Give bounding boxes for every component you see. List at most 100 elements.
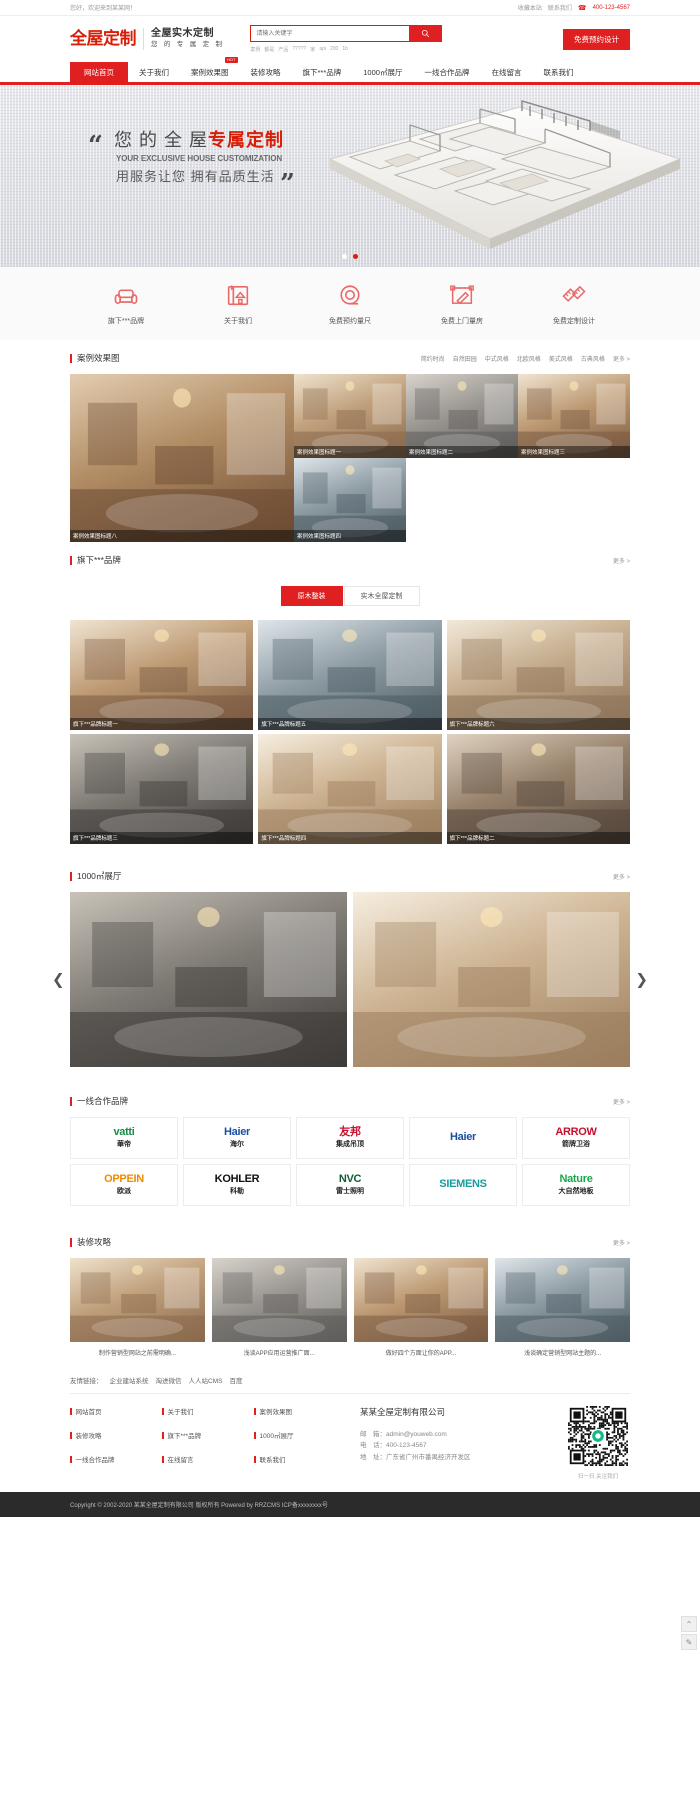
case-item-3[interactable]: 案例效果图标题二 <box>406 374 518 458</box>
nav-item-一线合作品牌[interactable]: 一线合作品牌 <box>413 62 480 82</box>
nav-item-1000㎡展厅[interactable]: 1000㎡展厅 <box>352 62 413 82</box>
copyright-bar: Copyright © 2002-2020 某某全屋定制有限公司 版权所有 Po… <box>0 1492 700 1517</box>
footer-link-1000㎡展厅[interactable]: 1000㎡展厅 <box>254 1430 346 1440</box>
nav-item-旗下***品牌[interactable]: 旗下***品牌 <box>292 62 353 82</box>
case-filter-4[interactable]: 北欧风格 <box>517 354 541 363</box>
feature-item-1[interactable]: 旗下***品牌 <box>70 281 182 326</box>
feature-item-3[interactable]: 免费预约量尺 <box>294 281 406 326</box>
guide-thumb[interactable] <box>211 1258 347 1342</box>
chevron-right-icon[interactable]: ❯ <box>635 972 648 987</box>
qr-code-icon <box>568 1406 628 1466</box>
friend-link-1[interactable]: 企业建站系统 <box>110 1375 149 1385</box>
brands-more-link[interactable]: 更多 > <box>613 556 630 565</box>
floorplan-ruler-icon <box>450 285 474 305</box>
case-filter-3[interactable]: 中式风格 <box>485 354 509 363</box>
guide-item-2[interactable]: 浅谈APP应用运营推广面... <box>211 1258 347 1357</box>
showroom-item-2[interactable] <box>353 892 630 1067</box>
logo[interactable]: 全屋定制 全屋实木定制 您 的 专 属 定 制 <box>70 28 224 50</box>
collect-site-link[interactable]: 收藏本站 <box>518 3 542 12</box>
guides-more-link[interactable]: 更多 > <box>613 1238 630 1247</box>
service-icon[interactable]: ✎ <box>681 1634 697 1650</box>
guide-thumb[interactable] <box>70 1258 205 1342</box>
brand-item-3[interactable]: 旗下***品牌标题六 <box>446 620 630 730</box>
banner-dot-1[interactable] <box>342 254 347 259</box>
feature-item-5[interactable]: 免费定制设计 <box>518 281 630 326</box>
partner-logo-cell-9[interactable]: SIEMENS <box>409 1164 517 1206</box>
banner-dot-2[interactable] <box>353 254 358 259</box>
brand-item-4[interactable]: 旗下***品牌标题三 <box>70 734 254 844</box>
nav-item-网站首页[interactable]: 网站首页 <box>70 62 128 82</box>
hot-word[interactable]: api <box>319 46 326 53</box>
search-button[interactable] <box>409 25 443 42</box>
hot-word[interactable]: ????? <box>292 46 306 53</box>
footer-link-网站首页[interactable]: 网站首页 <box>70 1406 162 1416</box>
case-item-5[interactable]: 案例效果图标题四 <box>294 458 406 542</box>
case-item-2[interactable]: 案例效果图标题一 <box>294 374 406 458</box>
footer-link-关于我们[interactable]: 关于我们 <box>162 1406 254 1416</box>
quote-close-icon: ” <box>280 169 295 199</box>
footer-link-旗下***品牌[interactable]: 旗下***品牌 <box>162 1430 254 1440</box>
hot-word[interactable]: 都是 <box>264 46 274 53</box>
cases-more-link[interactable]: 更多 > <box>613 354 630 363</box>
footer-link-在线留言[interactable]: 在线留言 <box>162 1454 254 1464</box>
hot-word[interactable]: 家 <box>310 46 315 53</box>
partner-logo-cell-2[interactable]: Haier 海尔 <box>183 1117 291 1159</box>
guide-title: 做好四个方面让你的APP... <box>385 1351 456 1357</box>
partners-more-link[interactable]: 更多 > <box>613 1097 630 1106</box>
search-input[interactable] <box>250 25 410 42</box>
brand-item-5[interactable]: 旗下***品牌标题四 <box>258 734 442 844</box>
partner-logo-cell-10[interactable]: Nature 大自然地板 <box>522 1164 630 1206</box>
guide-item-1[interactable]: 制作营销型网站之前需明确... <box>70 1258 205 1357</box>
brand-item-6[interactable]: 旗下***品牌标题二 <box>446 734 630 844</box>
top-arrow-icon[interactable]: ⌃ <box>681 1616 697 1632</box>
case-item-1[interactable]: 案例效果图标题八 <box>70 374 294 542</box>
nav-item-装修攻略[interactable]: 装修攻略 <box>240 62 292 82</box>
partner-logo-cell-1[interactable]: vatti 華帝 <box>70 1117 178 1159</box>
case-filter-2[interactable]: 自然田园 <box>453 354 477 363</box>
friend-link-3[interactable]: 人人站CMS <box>189 1375 223 1385</box>
brand-tab-1[interactable]: 原木整装 <box>280 586 343 606</box>
feature-item-4[interactable]: 免费上门量房 <box>406 281 518 326</box>
partner-logo-sub: 箭牌卫浴 <box>562 1141 590 1149</box>
hot-word[interactable]: 案例 <box>250 46 260 53</box>
footer-link-装修攻略[interactable]: 装修攻略 <box>70 1430 162 1440</box>
partner-logo-cell-6[interactable]: OPPEIN 欧派 <box>70 1164 178 1206</box>
guide-item-4[interactable]: 浅谈确定营销型网站主题的... <box>495 1258 630 1357</box>
chevron-left-icon[interactable]: ❮ <box>52 972 65 987</box>
showroom-more-link[interactable]: 更多 > <box>613 872 630 881</box>
partner-logo-cell-8[interactable]: NVC 雷士照明 <box>296 1164 404 1206</box>
cases-section: 案例效果图 简约时尚 自然田园 中式风格 北欧风格 美式风格 古典风格 更多 > 案例效果… <box>70 340 630 542</box>
guide-thumb[interactable] <box>495 1258 630 1342</box>
banner-copy: “ ” 您 的 全 屋专属定制 YOUR EXCLUSIVE HOUSE CUS… <box>80 129 295 197</box>
case-filter-5[interactable]: 美式风格 <box>549 354 573 363</box>
hot-word[interactable]: 1b <box>342 46 348 53</box>
brand-item-1[interactable]: 旗下***品牌标题一 <box>70 620 254 730</box>
case-filter-6[interactable]: 古典风格 <box>581 354 605 363</box>
footer-link-一线合作品牌[interactable]: 一线合作品牌 <box>70 1454 162 1464</box>
guide-thumb[interactable] <box>353 1258 489 1342</box>
nav-item-关于我们[interactable]: 关于我们 <box>128 62 180 82</box>
showroom-item-1[interactable] <box>70 892 347 1067</box>
footer-link-联系我们[interactable]: 联系我们 <box>254 1454 346 1464</box>
hot-word[interactable]: 产品 <box>278 46 288 53</box>
footer-link-案例效果图[interactable]: 案例效果图 <box>254 1406 346 1416</box>
nav-item-案例效果图[interactable]: 案例效果图 HOT <box>180 57 240 82</box>
friend-link-2[interactable]: 淘进微信 <box>156 1375 182 1385</box>
feature-item-2[interactable]: 关于我们 <box>182 281 294 326</box>
hot-word[interactable]: 200 <box>330 46 338 53</box>
contact-us-link[interactable]: 联系我们 <box>548 3 572 12</box>
nav-item-在线留言[interactable]: 在线留言 <box>480 62 532 82</box>
guide-item-3[interactable]: 做好四个方面让你的APP... <box>353 1258 489 1357</box>
friend-link-4[interactable]: 百度 <box>229 1375 242 1385</box>
nav-item-联系我们[interactable]: 联系我们 <box>532 62 584 82</box>
case-item-4[interactable]: 案例效果图标题三 <box>518 374 630 458</box>
partner-logo-cell-5[interactable]: ARROW 箭牌卫浴 <box>522 1117 630 1159</box>
free-design-button[interactable]: 免费预约设计 <box>563 28 630 50</box>
partner-logo-cell-7[interactable]: KOHLER 科勒 <box>183 1164 291 1206</box>
partner-logo-cell-3[interactable]: 友邦 集成吊顶 <box>296 1117 404 1159</box>
guide-title: 浅谈APP应用运营推广面... <box>243 1351 315 1357</box>
partner-logo-cell-4[interactable]: Haier <box>409 1117 517 1159</box>
brand-tab-2[interactable]: 实木全屋定制 <box>343 586 420 606</box>
case-filter-1[interactable]: 简约时尚 <box>421 354 445 363</box>
brand-item-2[interactable]: 旗下***品牌标题五 <box>258 620 442 730</box>
